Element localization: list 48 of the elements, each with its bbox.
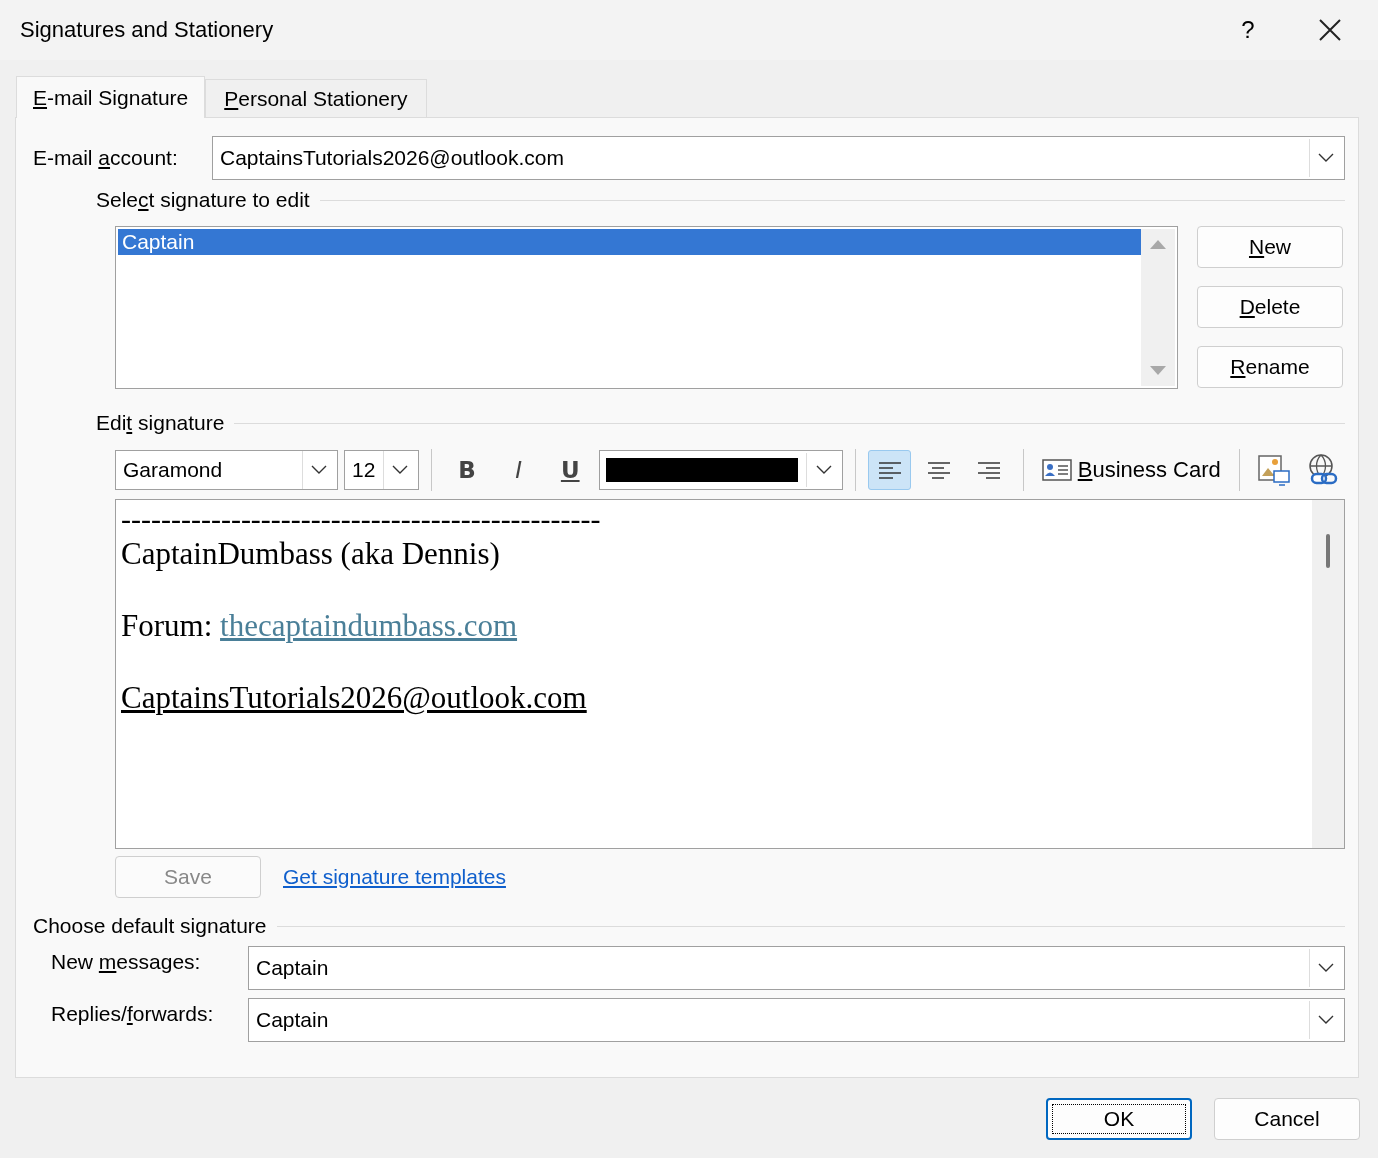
button[interactable]: Rename [1197, 346, 1343, 388]
section-title: Choose default signature [33, 914, 267, 938]
tab[interactable]: E-mail Signature [16, 76, 206, 118]
signature-dropdown[interactable]: Captain [248, 946, 1345, 990]
chevron-down-icon[interactable] [311, 465, 327, 475]
chevron-down-icon[interactable] [1318, 963, 1334, 973]
field-label: New messages: [51, 949, 202, 974]
templates-link[interactable]: Get signature templates [283, 865, 506, 889]
field-label: E-mail account: [33, 146, 179, 170]
scrollbar[interactable] [1312, 500, 1344, 848]
business-card-button[interactable]: Business Card [1035, 450, 1227, 490]
contact-card-icon [1041, 459, 1072, 481]
help-button[interactable]: ? [1228, 16, 1268, 44]
signature-dropdown[interactable]: Captain [248, 998, 1345, 1042]
divider-text: ------------------------------------------------ [121, 502, 601, 536]
font-dropdown[interactable]: Garamond [115, 450, 338, 490]
scroll-thumb[interactable] [1326, 534, 1330, 568]
italic-button[interactable]: I [495, 450, 542, 490]
window-title: Signatures and Stationery [19, 17, 275, 43]
close-icon[interactable] [1318, 18, 1342, 42]
button[interactable]: Delete [1197, 286, 1343, 328]
align-right-icon [975, 460, 1002, 480]
section-title: Select signature to edit [96, 188, 310, 212]
field-label: Replies/forwards: [51, 1001, 215, 1026]
list-item[interactable]: Captain [118, 229, 1141, 255]
account-dropdown[interactable]: CaptainsTutorials2026@outlook.com [212, 136, 1345, 180]
chevron-down-icon[interactable] [392, 465, 409, 475]
signature-list[interactable]: Captain [115, 226, 1178, 389]
chevron-down-icon[interactable] [1318, 153, 1334, 163]
button[interactable]: OK [1046, 1098, 1192, 1140]
size-dropdown[interactable]: 12 [344, 450, 420, 490]
signature-line: Forum: thecaptaindumbass.com [121, 608, 518, 644]
link[interactable]: thecaptaindumbass.com [220, 608, 518, 643]
align-left-button[interactable] [867, 450, 912, 490]
align-left-icon [876, 460, 903, 480]
signature-editor[interactable]: ------------------------------------------------ CaptainDumbass (aka Dennis) Forum: thecaptaindumbass.com CaptainsTutorials2026@outlook.com [115, 499, 1345, 849]
signature-line: CaptainDumbass (aka Dennis) [121, 536, 500, 572]
signature-line: CaptainsTutorials2026@outlook.com [121, 680, 587, 716]
button[interactable]: New [1197, 226, 1343, 268]
chevron-down-icon[interactable] [1318, 1015, 1334, 1025]
button[interactable]: Cancel [1214, 1098, 1360, 1140]
underline-button[interactable]: U [547, 450, 594, 490]
align-center-icon [926, 460, 953, 480]
font-color-dropdown[interactable] [599, 450, 843, 490]
tab[interactable]: Personal Stationery [205, 79, 427, 117]
section-title: Edit signature [96, 411, 225, 435]
bold-button[interactable]: B [444, 450, 490, 490]
chevron-down-icon[interactable] [816, 465, 833, 475]
